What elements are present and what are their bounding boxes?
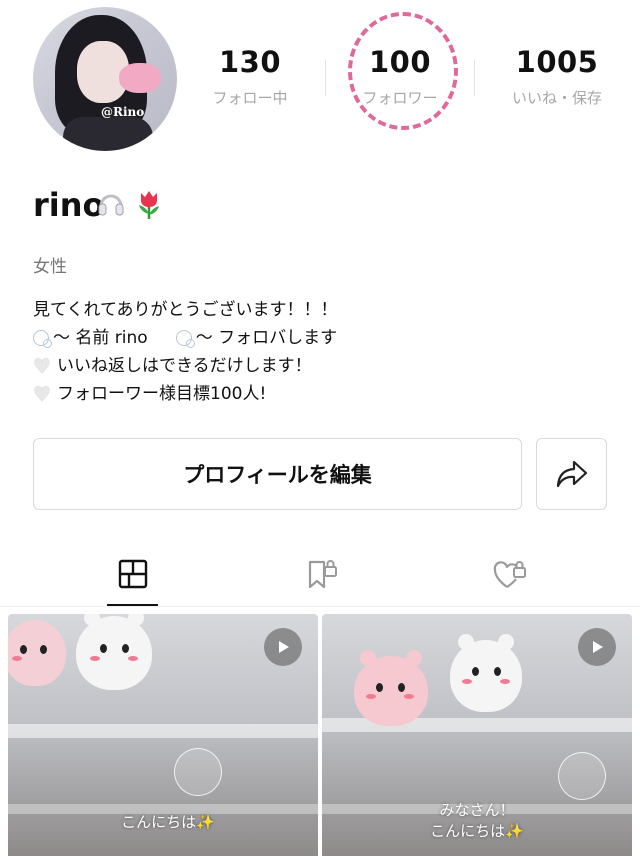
post-caption: みなさん！ こんにちは✨ bbox=[430, 801, 524, 840]
bio: 見てくれてありがとうございます！！！ 〜 名前 rino 〜 フォロバします ♥… bbox=[33, 296, 337, 408]
bio-line: ♥ フォローワー様目標100人! bbox=[33, 382, 267, 406]
share-button[interactable] bbox=[536, 438, 607, 510]
following-label: フォロー中 bbox=[212, 89, 288, 107]
highlight-circle-annotation bbox=[348, 12, 458, 130]
figure-image bbox=[450, 634, 522, 712]
bio-line: ♥ いいね返しはできるだけします！ bbox=[33, 354, 312, 378]
username: rino bbox=[33, 186, 105, 224]
figure-image bbox=[354, 650, 428, 726]
bubble-icon bbox=[33, 330, 52, 348]
stat-divider bbox=[325, 60, 326, 96]
headphones-icon bbox=[98, 194, 124, 216]
stat-divider bbox=[474, 60, 475, 96]
likes-label: いいね・保存 bbox=[511, 89, 602, 107]
profile-avatar[interactable]: ✦ @Rino bbox=[33, 7, 177, 151]
bookmark-lock-icon bbox=[308, 560, 337, 589]
figure-image bbox=[76, 614, 152, 690]
edit-profile-button[interactable]: プロフィールを編集 bbox=[33, 438, 522, 510]
tab-posts[interactable] bbox=[107, 548, 159, 600]
share-icon bbox=[556, 460, 587, 488]
white-heart-icon: ♥ bbox=[33, 382, 51, 406]
avatar-tag: @Rino bbox=[101, 105, 145, 119]
sparkle-icon: ✦ bbox=[175, 89, 177, 103]
tab-saved[interactable] bbox=[294, 548, 346, 600]
following-count: 130 bbox=[218, 45, 282, 79]
stat-following[interactable]: 130 フォロー中 bbox=[190, 45, 310, 108]
figure-image bbox=[8, 620, 66, 686]
gender-tag: 女性 bbox=[33, 257, 67, 277]
bubble-icon bbox=[175, 330, 195, 348]
grid-icon bbox=[118, 559, 148, 589]
bio-line: 〜 名前 rino 〜 フォロバします bbox=[33, 324, 337, 352]
white-heart-icon: ♥ bbox=[33, 354, 51, 378]
post-thumbnail[interactable]: こんにちは✨ bbox=[8, 614, 318, 856]
tabs-divider bbox=[0, 606, 640, 607]
tab-liked[interactable] bbox=[483, 548, 535, 600]
post-thumbnail[interactable]: みなさん！ こんにちは✨ bbox=[322, 614, 632, 856]
stat-likes[interactable]: 1005 いいね・保存 bbox=[497, 45, 617, 108]
play-icon bbox=[578, 628, 616, 666]
play-icon bbox=[264, 628, 302, 666]
bio-line: 見てくれてありがとうございます！！！ bbox=[33, 300, 338, 320]
likes-count: 1005 bbox=[515, 45, 599, 79]
heart-lock-icon bbox=[493, 561, 526, 588]
post-caption: こんにちは✨ bbox=[121, 813, 215, 831]
tulip-icon bbox=[139, 191, 159, 219]
username-emojis bbox=[96, 188, 164, 220]
